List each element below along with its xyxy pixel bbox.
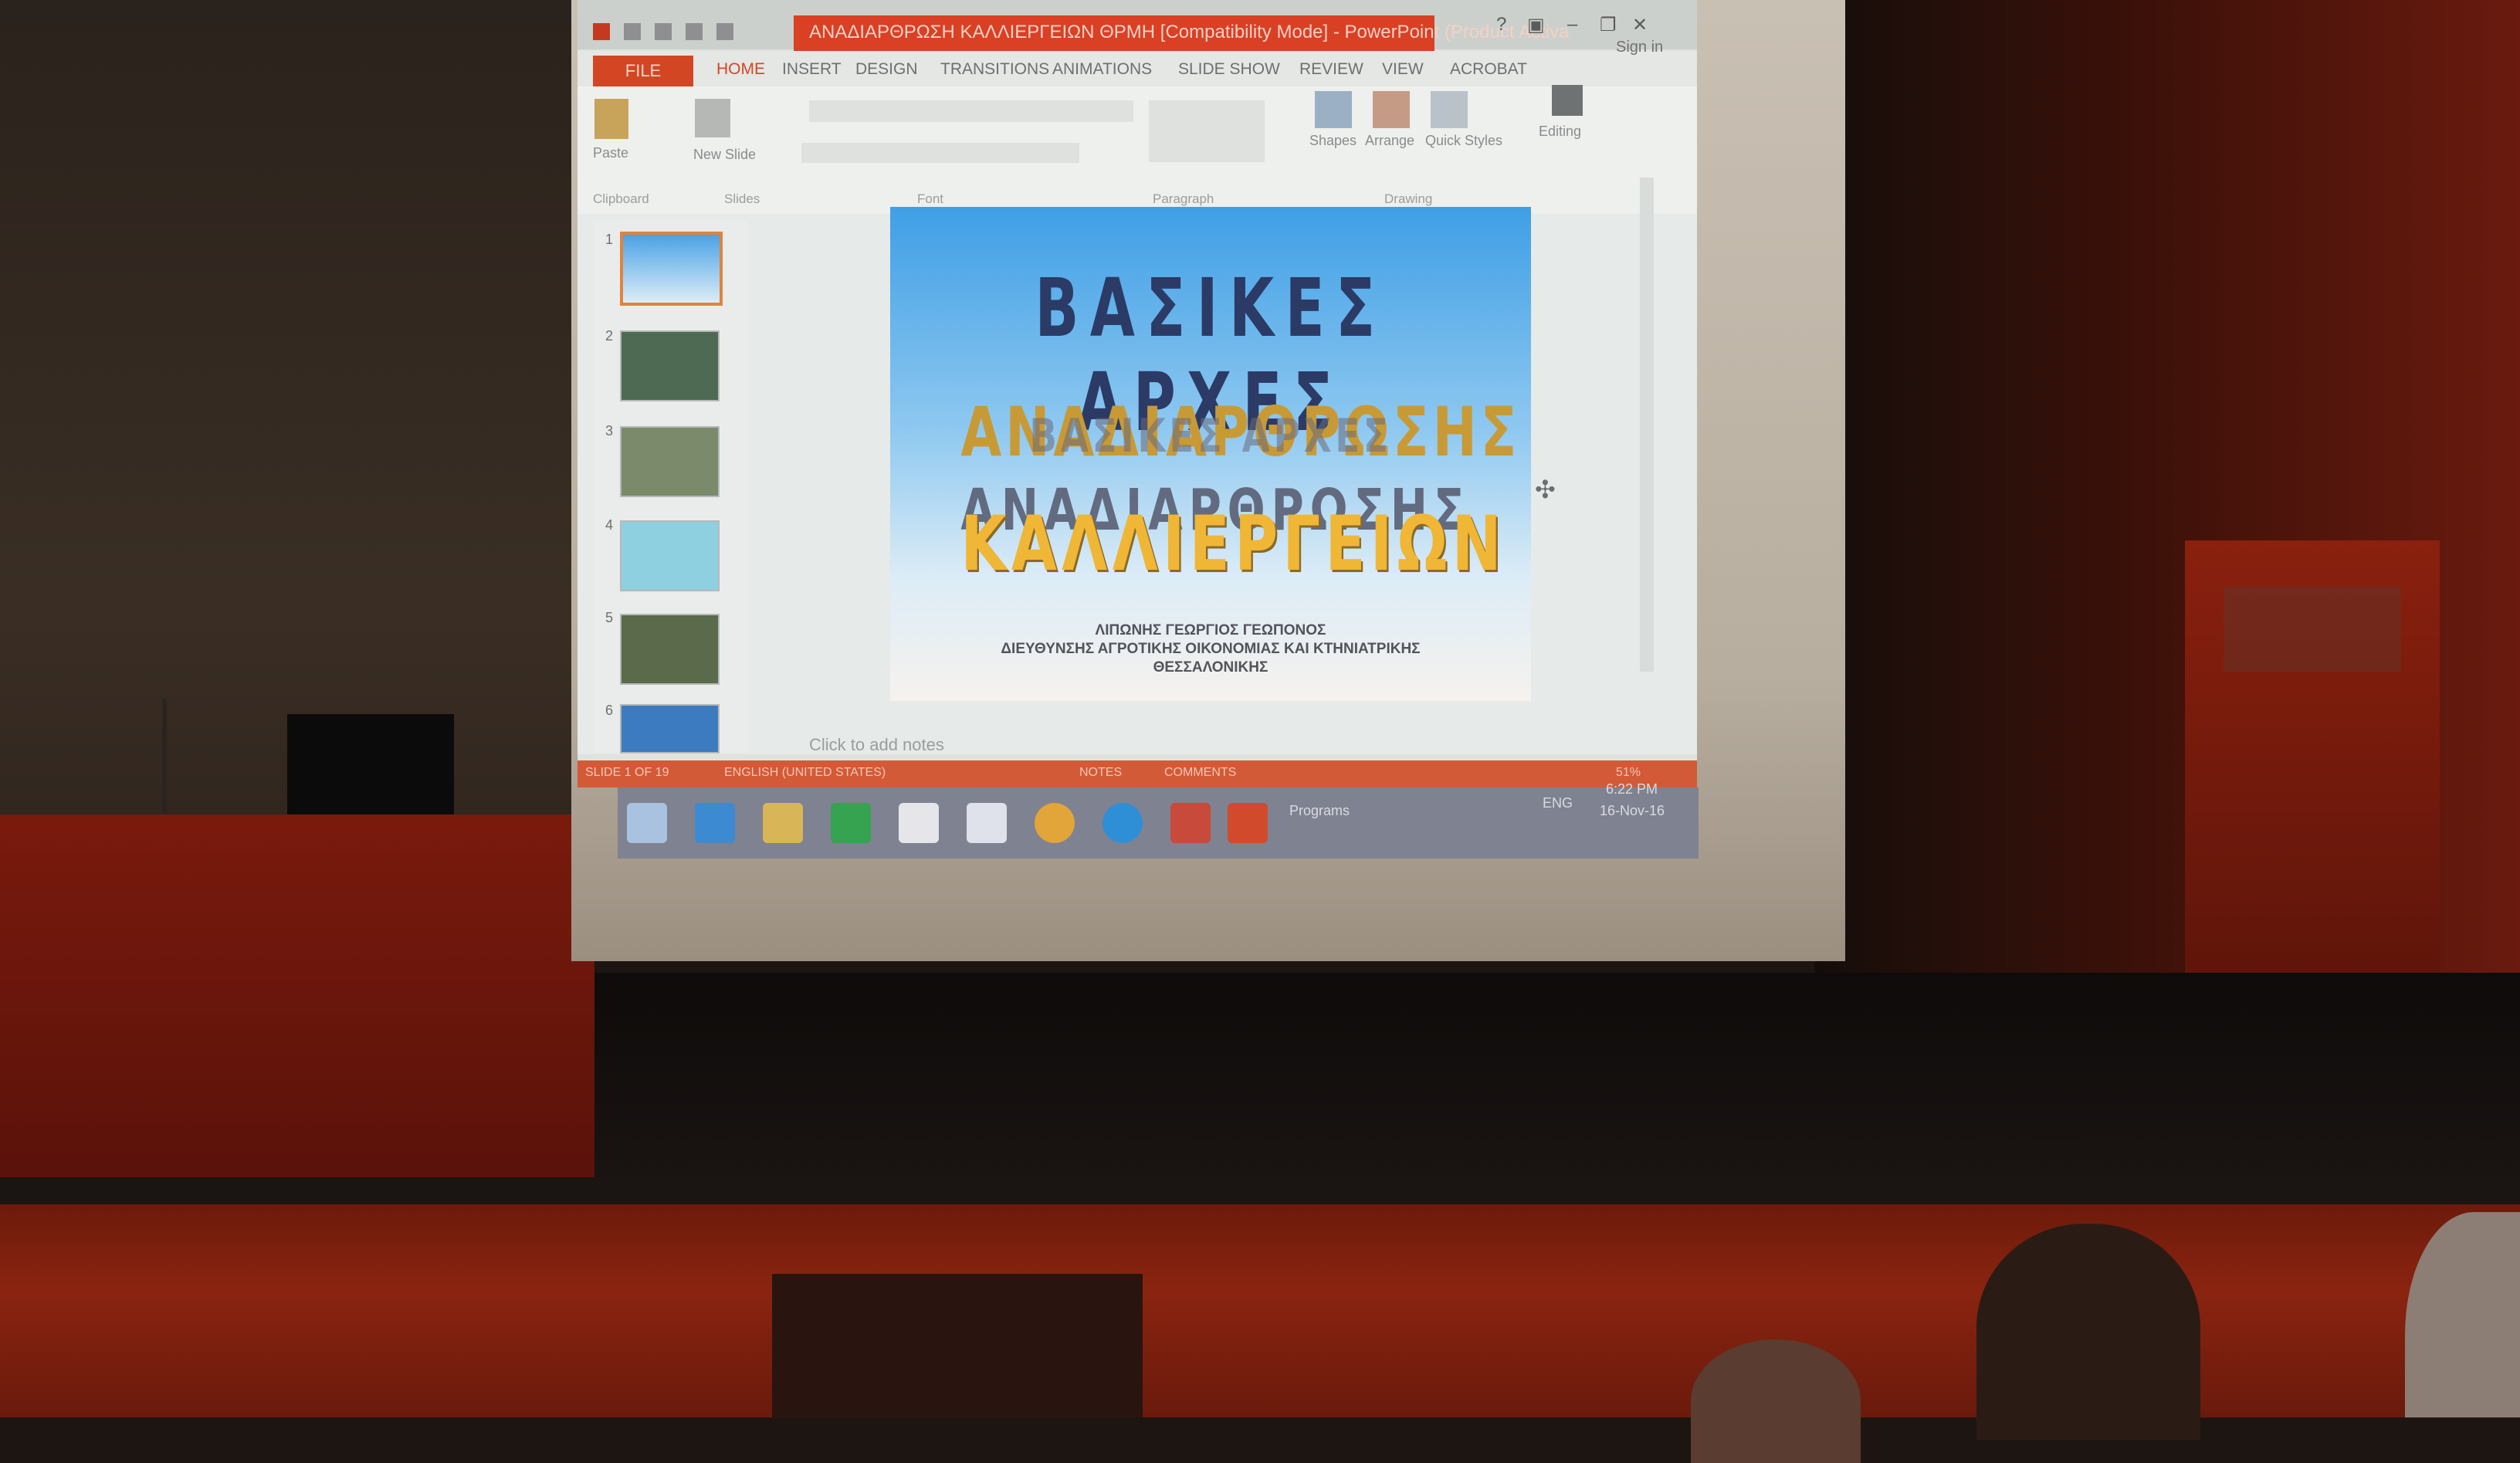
audience-member bbox=[1691, 1339, 1861, 1463]
undo-icon[interactable] bbox=[655, 23, 672, 40]
arrange-icon[interactable] bbox=[1373, 91, 1410, 128]
powerpoint-window: ΑΝΑΔΙΑΡΘΡΩΣΗ ΚΑΛΛΙΕΡΓΕΙΩΝ ΘΡΜΗ [Compatib… bbox=[578, 0, 1697, 787]
paragraph-controls[interactable] bbox=[1149, 100, 1265, 162]
slide-thumbnail-5[interactable] bbox=[620, 614, 720, 685]
skype-icon[interactable] bbox=[1102, 803, 1143, 843]
new-slide-icon[interactable] bbox=[695, 99, 730, 137]
speaker-table bbox=[0, 814, 594, 1177]
microphone bbox=[162, 699, 167, 814]
file-explorer-icon[interactable] bbox=[763, 803, 803, 843]
font-format-controls[interactable] bbox=[801, 143, 1079, 163]
tab-review[interactable]: REVIEW bbox=[1299, 60, 1363, 79]
stage-vent bbox=[772, 1274, 1143, 1417]
internet-explorer-icon[interactable] bbox=[695, 803, 735, 843]
group-label-paragraph: Paragraph bbox=[1153, 191, 1214, 206]
quick-styles-button[interactable]: Quick Styles bbox=[1425, 133, 1502, 149]
thumb-number: 1 bbox=[605, 232, 614, 247]
vertical-scrollbar[interactable] bbox=[1640, 178, 1654, 672]
help-icon[interactable]: ? bbox=[1496, 14, 1506, 36]
group-label-drawing: Drawing bbox=[1384, 191, 1433, 206]
wordart-ghost: ΒΑΣΙΚΕΣ ΑΡΧΕΣ bbox=[1029, 409, 1392, 463]
close-icon[interactable]: ✕ bbox=[1632, 14, 1648, 36]
wordart-line-3: ΚΑΛΛΙΕΡΓΕΙΩΝ bbox=[960, 500, 1506, 588]
editing-button[interactable]: Editing bbox=[1539, 124, 1581, 140]
quick-styles-icon[interactable] bbox=[1431, 91, 1468, 128]
programs-toolbar[interactable]: Programs bbox=[1289, 803, 1350, 819]
shapes-icon[interactable] bbox=[1315, 91, 1352, 128]
clock-date[interactable]: 16-Nov-16 bbox=[1600, 803, 1665, 819]
slide-thumbnail-2[interactable] bbox=[620, 330, 720, 401]
redo-icon[interactable] bbox=[686, 23, 703, 40]
minimize-icon[interactable]: – bbox=[1567, 14, 1577, 36]
audience-member bbox=[1976, 1224, 2200, 1440]
input-language[interactable]: ENG bbox=[1543, 795, 1573, 811]
arrange-button[interactable]: Arrange bbox=[1365, 133, 1414, 149]
present-icon[interactable] bbox=[716, 23, 733, 40]
font-controls[interactable] bbox=[809, 100, 1133, 122]
tab-design[interactable]: DESIGN bbox=[855, 60, 918, 79]
paste-button[interactable]: Paste bbox=[593, 145, 628, 161]
tab-home[interactable]: HOME bbox=[716, 60, 765, 79]
slide-thumbnail-1[interactable] bbox=[620, 232, 723, 306]
author-name: ΛΙΠΩΝΗΣ ΓΕΩΡΓΙΟΣ ΓΕΩΠΟΝΟΣ bbox=[1095, 622, 1326, 638]
store-icon[interactable] bbox=[831, 803, 871, 843]
new-slide-button[interactable]: New Slide bbox=[693, 147, 756, 163]
language-status[interactable]: ENGLISH (UNITED STATES) bbox=[724, 766, 886, 780]
home-icon[interactable] bbox=[899, 803, 939, 843]
tab-view[interactable]: VIEW bbox=[1382, 60, 1424, 79]
thumb-number: 3 bbox=[605, 423, 614, 439]
document-icon[interactable] bbox=[967, 803, 1007, 843]
comments-toggle[interactable]: COMMENTS bbox=[1164, 766, 1236, 780]
group-label-font: Font bbox=[917, 191, 944, 206]
tab-transitions[interactable]: TRANSITIONS bbox=[940, 60, 1049, 79]
powerpoint-icon[interactable] bbox=[593, 23, 610, 40]
thumb-number: 6 bbox=[605, 703, 614, 718]
ribbon-display-icon[interactable]: ▣ bbox=[1527, 14, 1545, 36]
powerpoint-taskbar-icon[interactable] bbox=[1228, 803, 1268, 843]
sign-in-link[interactable]: Sign in bbox=[1616, 39, 1663, 56]
shapes-button[interactable]: Shapes bbox=[1309, 133, 1357, 149]
mouse-cursor-icon: ✣ bbox=[1535, 476, 1556, 503]
laptop bbox=[287, 714, 454, 814]
author-city: ΘΕΣΣΑΛΟΝΙΚΗΣ bbox=[1153, 659, 1268, 676]
group-label-clipboard: Clipboard bbox=[593, 191, 649, 206]
zoom-level[interactable]: 51% bbox=[1616, 766, 1641, 780]
slide-thumbnail-6[interactable] bbox=[620, 704, 720, 754]
author-department: ΔΙΕΥΘΥΝΣΗΣ ΑΓΡΟΤΙΚΗΣ ΟΙΚΟΝΟΜΙΑΣ ΚΑΙ ΚΤΗΝ… bbox=[1001, 641, 1421, 657]
maximize-icon[interactable]: ❐ bbox=[1600, 14, 1617, 36]
save-icon[interactable] bbox=[624, 23, 641, 40]
binoculars-icon[interactable] bbox=[1552, 85, 1583, 116]
clock-time[interactable]: 6:22 PM bbox=[1606, 781, 1658, 798]
document-title: ΑΝΑΔΙΑΡΘΡΩΣΗ ΚΑΛΛΙΕΡΓΕΙΩΝ ΘΡΜΗ [Compatib… bbox=[809, 22, 1570, 42]
group-label-slides: Slides bbox=[724, 191, 760, 206]
podium-sign bbox=[2224, 587, 2401, 672]
tab-insert[interactable]: INSERT bbox=[782, 60, 842, 79]
start-icon[interactable] bbox=[627, 803, 667, 843]
chrome-icon[interactable] bbox=[1035, 803, 1075, 843]
slide-thumbnail-3[interactable] bbox=[620, 426, 720, 497]
notes-toggle[interactable]: NOTES bbox=[1079, 766, 1122, 780]
tab-file[interactable]: FILE bbox=[593, 56, 693, 86]
paste-icon[interactable] bbox=[594, 99, 628, 139]
thumb-number: 5 bbox=[605, 610, 614, 625]
tab-acrobat[interactable]: ACROBAT bbox=[1450, 60, 1527, 79]
thumb-number: 4 bbox=[605, 517, 614, 533]
app-icon[interactable] bbox=[1170, 803, 1211, 843]
slide-counter: SLIDE 1 OF 19 bbox=[585, 766, 669, 779]
tab-slide-show[interactable]: SLIDE SHOW bbox=[1178, 60, 1280, 79]
thumb-number: 2 bbox=[605, 328, 614, 344]
notes-placeholder[interactable]: Click to add notes bbox=[809, 735, 944, 755]
current-slide[interactable]: ΒΑΣΙΚΕΣ ΑΡΧΕΣ ΑΝΑΔΙΑΡΘΡΩΣΗΣ ΒΑΣΙΚΕΣ ΑΡΧΕ… bbox=[890, 207, 1531, 701]
tab-animations[interactable]: ANIMATIONS bbox=[1052, 60, 1152, 79]
slide-thumbnail-4[interactable] bbox=[620, 520, 720, 591]
